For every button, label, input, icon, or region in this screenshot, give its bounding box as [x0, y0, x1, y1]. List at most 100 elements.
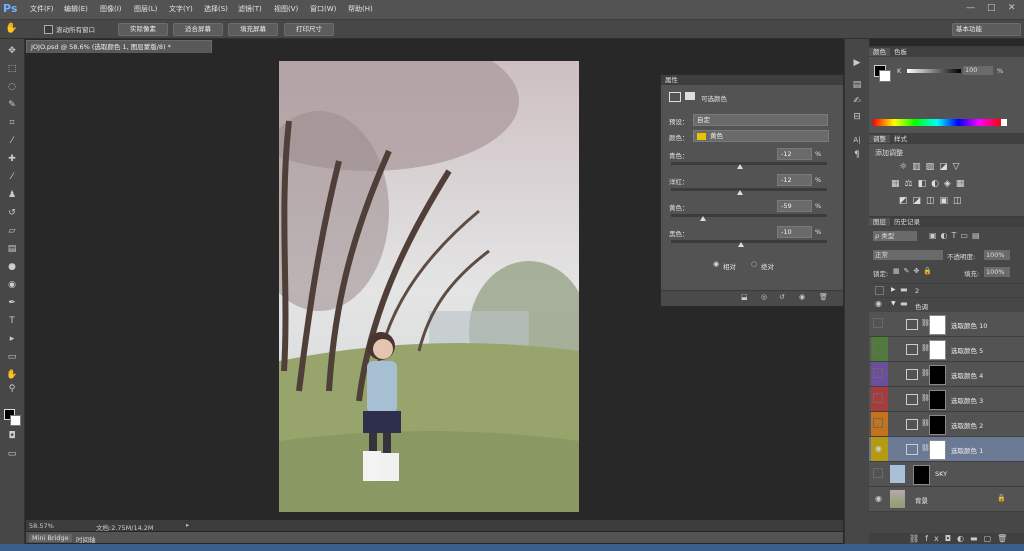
- slider-track[interactable]: [671, 240, 827, 243]
- menu-select[interactable]: 选择(S): [204, 4, 228, 14]
- layer-row[interactable]: SKY: [869, 462, 1024, 487]
- group-eye-icon[interactable]: ◉: [875, 299, 882, 308]
- menu-edit[interactable]: 编辑(E): [64, 4, 88, 14]
- pen-tool-icon[interactable]: ✒: [6, 297, 18, 309]
- layer-group-tone[interactable]: ◉ ▼ ▬ 色调: [869, 297, 1024, 311]
- workspace-select[interactable]: 基本功能: [952, 23, 1021, 36]
- slider-track[interactable]: [671, 188, 827, 191]
- bg-color-chip[interactable]: [879, 70, 891, 82]
- layer-visibility-eye-icon[interactable]: [873, 418, 883, 428]
- eraser-tool-icon[interactable]: ▱: [6, 225, 18, 237]
- relative-radio[interactable]: ◉: [713, 260, 719, 268]
- layer-mask-thumbnail[interactable]: [929, 315, 946, 335]
- brush-tool-icon[interactable]: ⁄: [6, 171, 18, 183]
- marquee-tool-icon[interactable]: ⬚: [6, 63, 18, 75]
- slider-value-field[interactable]: -59: [777, 200, 812, 212]
- tab-swatches[interactable]: 色板: [890, 48, 911, 56]
- zoom-level[interactable]: 58.57%: [29, 522, 54, 530]
- slider-knob[interactable]: [738, 242, 745, 247]
- reset-icon[interactable]: ↺: [779, 293, 785, 301]
- dodge-tool-icon[interactable]: ◉: [6, 279, 18, 291]
- screen-mode-icon[interactable]: ▭: [6, 448, 18, 460]
- hand-icon[interactable]: ✋: [6, 369, 18, 381]
- k-slider[interactable]: [907, 69, 961, 73]
- menu-file[interactable]: 文件(F): [30, 4, 54, 14]
- layer-row[interactable]: ⛓ 选取颜色 2: [869, 412, 1024, 437]
- blend-mode-select[interactable]: 正常: [873, 250, 943, 260]
- eyedropper-tool-icon[interactable]: ⁄: [6, 135, 18, 147]
- stamp-tool-icon[interactable]: ♟: [6, 189, 18, 201]
- healing-tool-icon[interactable]: ✚: [6, 153, 18, 165]
- layer-visibility-eye-icon[interactable]: [873, 368, 883, 378]
- k-value-field[interactable]: 100: [963, 66, 993, 75]
- layer-mask-thumbnail[interactable]: [913, 465, 930, 485]
- layer-row[interactable]: ⛓ 选取颜色 5: [869, 337, 1024, 362]
- menu-type[interactable]: 文字(Y): [169, 4, 193, 14]
- filter-icons[interactable]: ▣◐T▭▤: [929, 231, 984, 240]
- layer-row[interactable]: ⛓ 选取颜色 4: [869, 362, 1024, 387]
- gradient-tool-icon[interactable]: ▤: [6, 243, 18, 255]
- paragraph-icon[interactable]: ¶: [851, 149, 863, 161]
- white-chip[interactable]: [1001, 119, 1007, 126]
- quick-select-tool-icon[interactable]: ✎: [6, 99, 18, 111]
- layer-row[interactable]: ◉ ⛓ 选取颜色 1: [869, 437, 1024, 462]
- document-tab[interactable]: JOJO.psd @ 58.6% (选取颜色 1, 图层蒙版/8) *: [26, 40, 212, 54]
- tab-styles[interactable]: 样式: [890, 135, 911, 143]
- zoom-tool-icon[interactable]: ⚲: [6, 383, 18, 395]
- layer-footer-icons[interactable]: ⛓fx◘◐▬▢🗑: [909, 534, 1013, 543]
- menu-layer[interactable]: 图层(L): [134, 4, 157, 14]
- actual-pixels-button[interactable]: 实际像素: [118, 23, 168, 36]
- layer-visibility-eye-icon[interactable]: [873, 343, 883, 353]
- visibility-icon[interactable]: ◉: [799, 293, 805, 301]
- lock-icons[interactable]: ▦✎✥🔒: [893, 267, 936, 275]
- quick-mask-icon[interactable]: ◘: [6, 430, 18, 442]
- print-size-button[interactable]: 打印尺寸: [284, 23, 334, 36]
- spectrum-bar[interactable]: [873, 119, 1001, 126]
- scroll-all-checkbox[interactable]: [44, 25, 53, 34]
- shape-tool-icon[interactable]: ▭: [6, 351, 18, 363]
- hand-tool-icon[interactable]: ✋: [5, 23, 17, 34]
- type-tool-icon[interactable]: T: [6, 315, 18, 327]
- layer-visibility-eye-icon[interactable]: [873, 468, 883, 478]
- slider-knob[interactable]: [736, 190, 743, 195]
- close-button[interactable]: ✕: [1008, 3, 1016, 13]
- history-brush-icon[interactable]: ↺: [6, 207, 18, 219]
- properties-dock-icon[interactable]: ⊟: [851, 111, 863, 123]
- layer-visibility-eye-icon[interactable]: [873, 318, 883, 328]
- colors-select[interactable]: 黄色: [693, 130, 829, 142]
- view-previous-icon[interactable]: ◎: [761, 293, 767, 301]
- history-icon[interactable]: ▤: [851, 79, 863, 91]
- blur-tool-icon[interactable]: ●: [6, 261, 18, 273]
- tab-adjustments[interactable]: 调整: [869, 135, 890, 143]
- slider-value-field[interactable]: -10: [777, 226, 812, 238]
- layer-group-2[interactable]: ▶ ▬ 2: [869, 283, 1024, 297]
- slider-value-field[interactable]: -12: [777, 174, 812, 186]
- layer-mask-thumbnail[interactable]: [929, 440, 946, 460]
- background-color-swatch[interactable]: [10, 415, 21, 426]
- character-icon[interactable]: A|: [851, 134, 863, 146]
- layer-mask-thumbnail[interactable]: [929, 365, 946, 385]
- fill-screen-button[interactable]: 填充屏幕: [228, 23, 278, 36]
- adjustment-row2-icons[interactable]: ▦⚖◧◐◈▦: [891, 179, 969, 189]
- group-expand-arrow-icon[interactable]: ▶: [891, 286, 896, 293]
- mask-icon[interactable]: [685, 92, 695, 100]
- layer-row[interactable]: ⛓ 选取颜色 3: [869, 387, 1024, 412]
- preset-select[interactable]: 自定: [693, 114, 828, 126]
- menu-image[interactable]: 图像(I): [100, 4, 122, 14]
- adjustment-row3-icons[interactable]: ◩◪◫▣◫: [899, 196, 967, 206]
- maximize-button[interactable]: □: [987, 3, 996, 13]
- mini-bridge-tab[interactable]: Mini Bridge: [29, 534, 72, 542]
- path-select-tool-icon[interactable]: ▸: [6, 333, 18, 345]
- lasso-tool-icon[interactable]: ◌: [6, 81, 18, 93]
- fit-screen-button[interactable]: 适合屏幕: [173, 23, 223, 36]
- tab-history[interactable]: 历史记录: [890, 218, 924, 226]
- layer-visibility-eye-icon[interactable]: ◉: [873, 493, 884, 504]
- crop-tool-icon[interactable]: ⌗: [6, 117, 18, 129]
- layer-visibility-eye-icon[interactable]: [873, 393, 883, 403]
- move-tool-icon[interactable]: ✥: [6, 45, 18, 57]
- timeline-tab[interactable]: 时间轴: [76, 534, 96, 544]
- layer-filter-select[interactable]: ρ 类型: [873, 231, 917, 241]
- slider-track[interactable]: [671, 162, 827, 165]
- properties-tab[interactable]: 属性: [661, 75, 843, 85]
- status-menu-arrow-icon[interactable]: ▸: [186, 521, 189, 529]
